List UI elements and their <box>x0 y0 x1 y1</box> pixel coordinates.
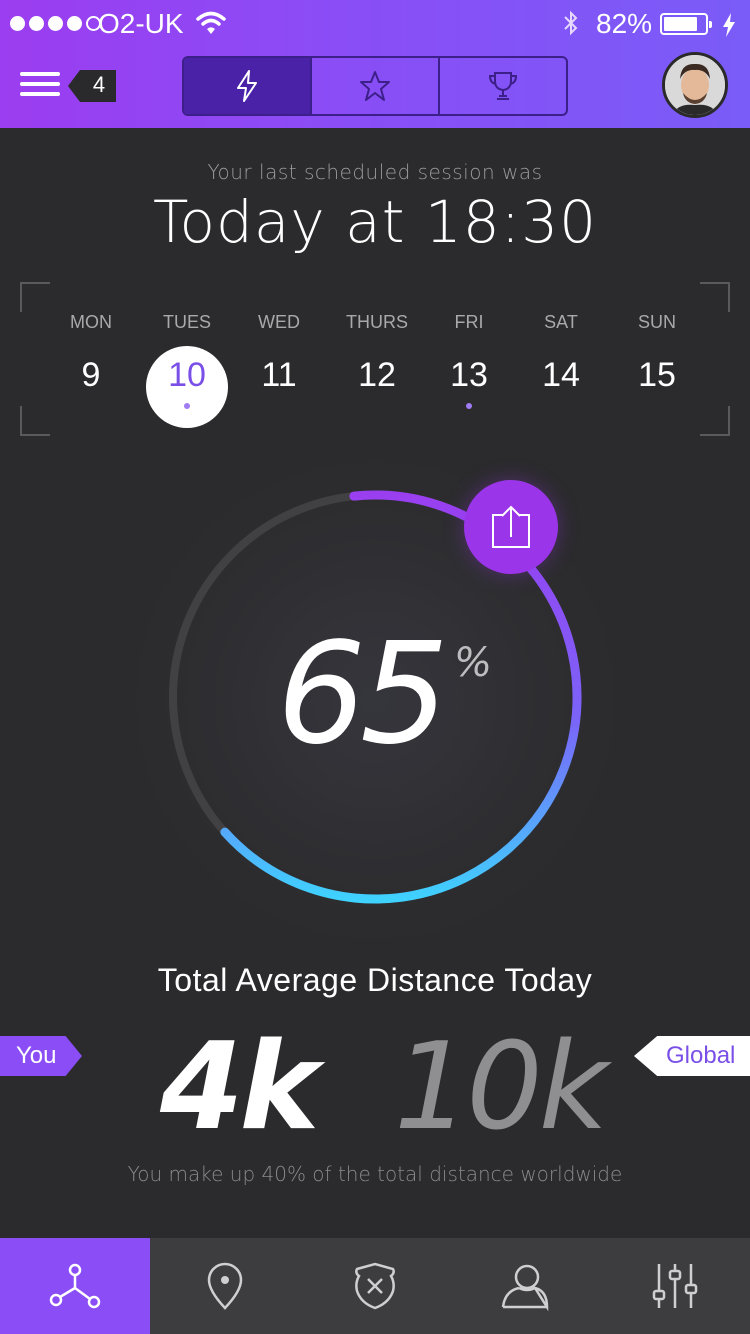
global-distance-value: 10k <box>394 1018 608 1157</box>
nav-location[interactable] <box>150 1238 300 1334</box>
distance-note: You make up 40% of the total distance wo… <box>127 1162 623 1186</box>
distance-title: Total Average Distance Today <box>157 962 593 998</box>
nav-profile[interactable] <box>450 1238 600 1334</box>
nav-network[interactable] <box>0 1238 150 1334</box>
bottom-nav <box>0 1238 750 1334</box>
nav-settings[interactable] <box>600 1238 750 1334</box>
share-button[interactable] <box>464 480 558 574</box>
shield-icon <box>355 1262 395 1310</box>
you-tag: You <box>0 1036 82 1076</box>
nav-shield[interactable] <box>300 1238 450 1334</box>
sliders-icon <box>652 1264 698 1308</box>
you-label: You <box>16 1042 57 1069</box>
progress-unit: % <box>454 640 493 686</box>
global-label: Global <box>666 1042 736 1069</box>
share-icon <box>492 505 530 548</box>
you-distance-value: 4k <box>160 1018 319 1157</box>
location-pin-icon <box>207 1262 243 1310</box>
user-icon <box>501 1264 549 1311</box>
network-icon <box>49 1263 101 1309</box>
global-tag: Global <box>634 1036 750 1076</box>
progress-value: 65 <box>276 613 449 776</box>
